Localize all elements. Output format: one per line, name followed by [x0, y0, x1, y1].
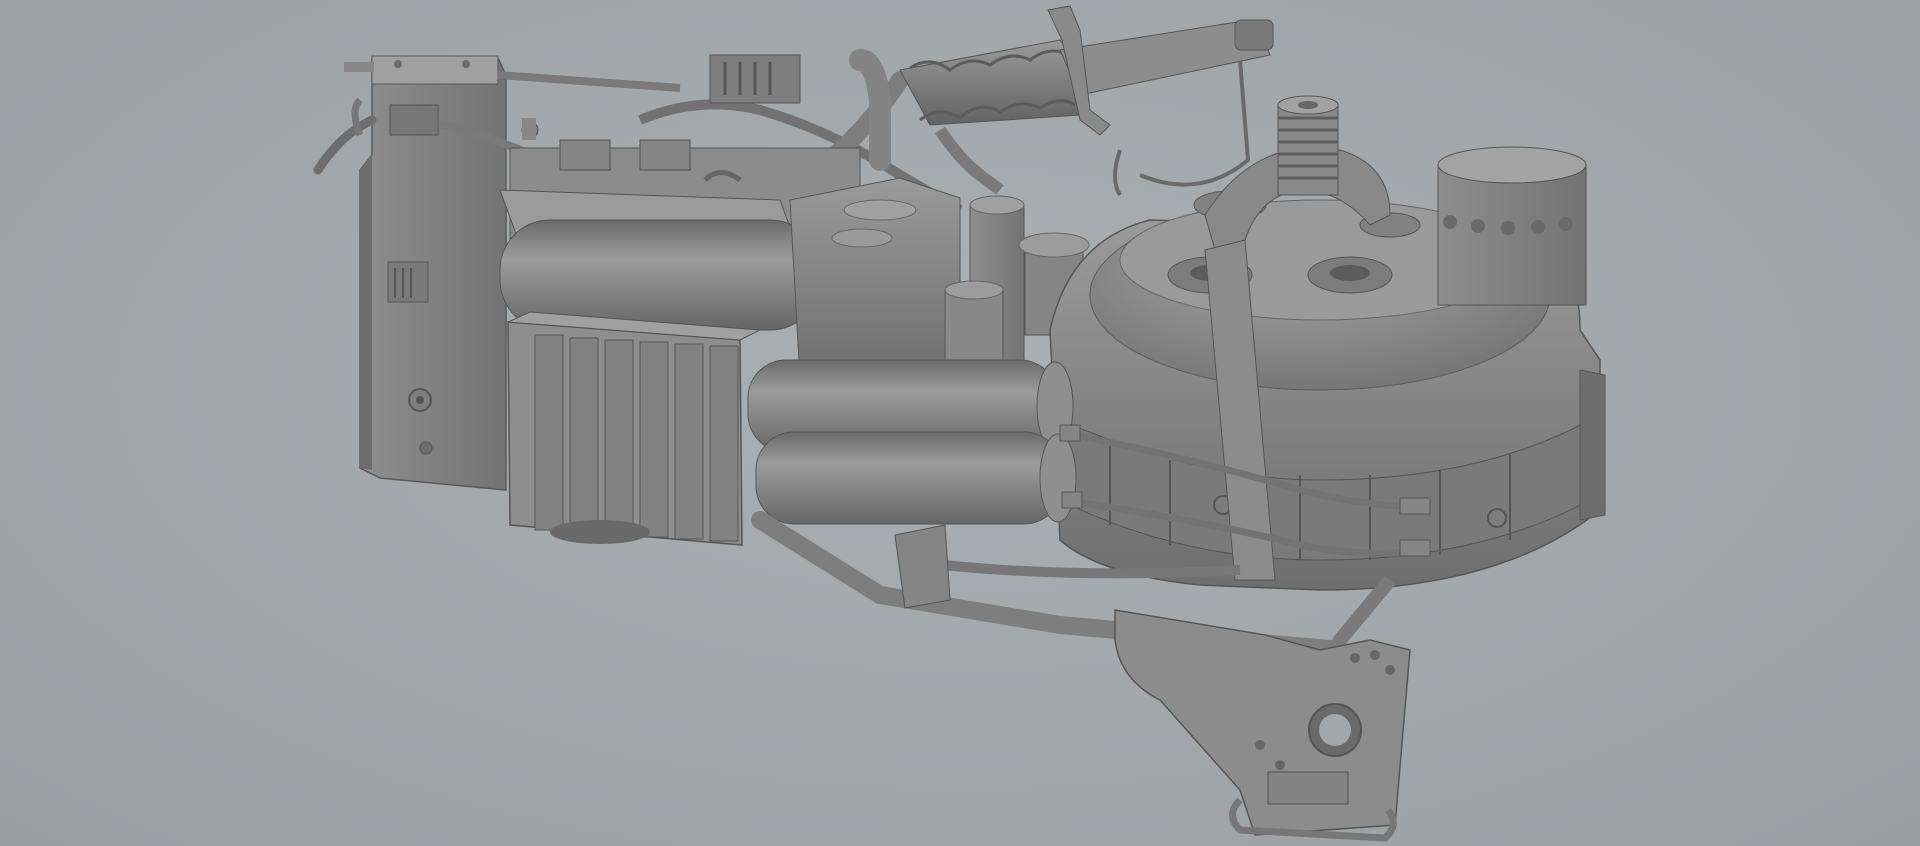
right-cylinder — [1437, 146, 1587, 306]
front-cylinders — [747, 359, 1077, 525]
render-viewport — [0, 0, 1920, 846]
center-block — [789, 177, 961, 381]
left-side-plate — [313, 55, 507, 491]
frame-bracket — [1114, 609, 1411, 842]
coil-post — [1277, 95, 1339, 196]
neutrona-wand — [709, 5, 1274, 136]
model-render — [313, 5, 1606, 842]
front-grille-box — [507, 311, 762, 546]
